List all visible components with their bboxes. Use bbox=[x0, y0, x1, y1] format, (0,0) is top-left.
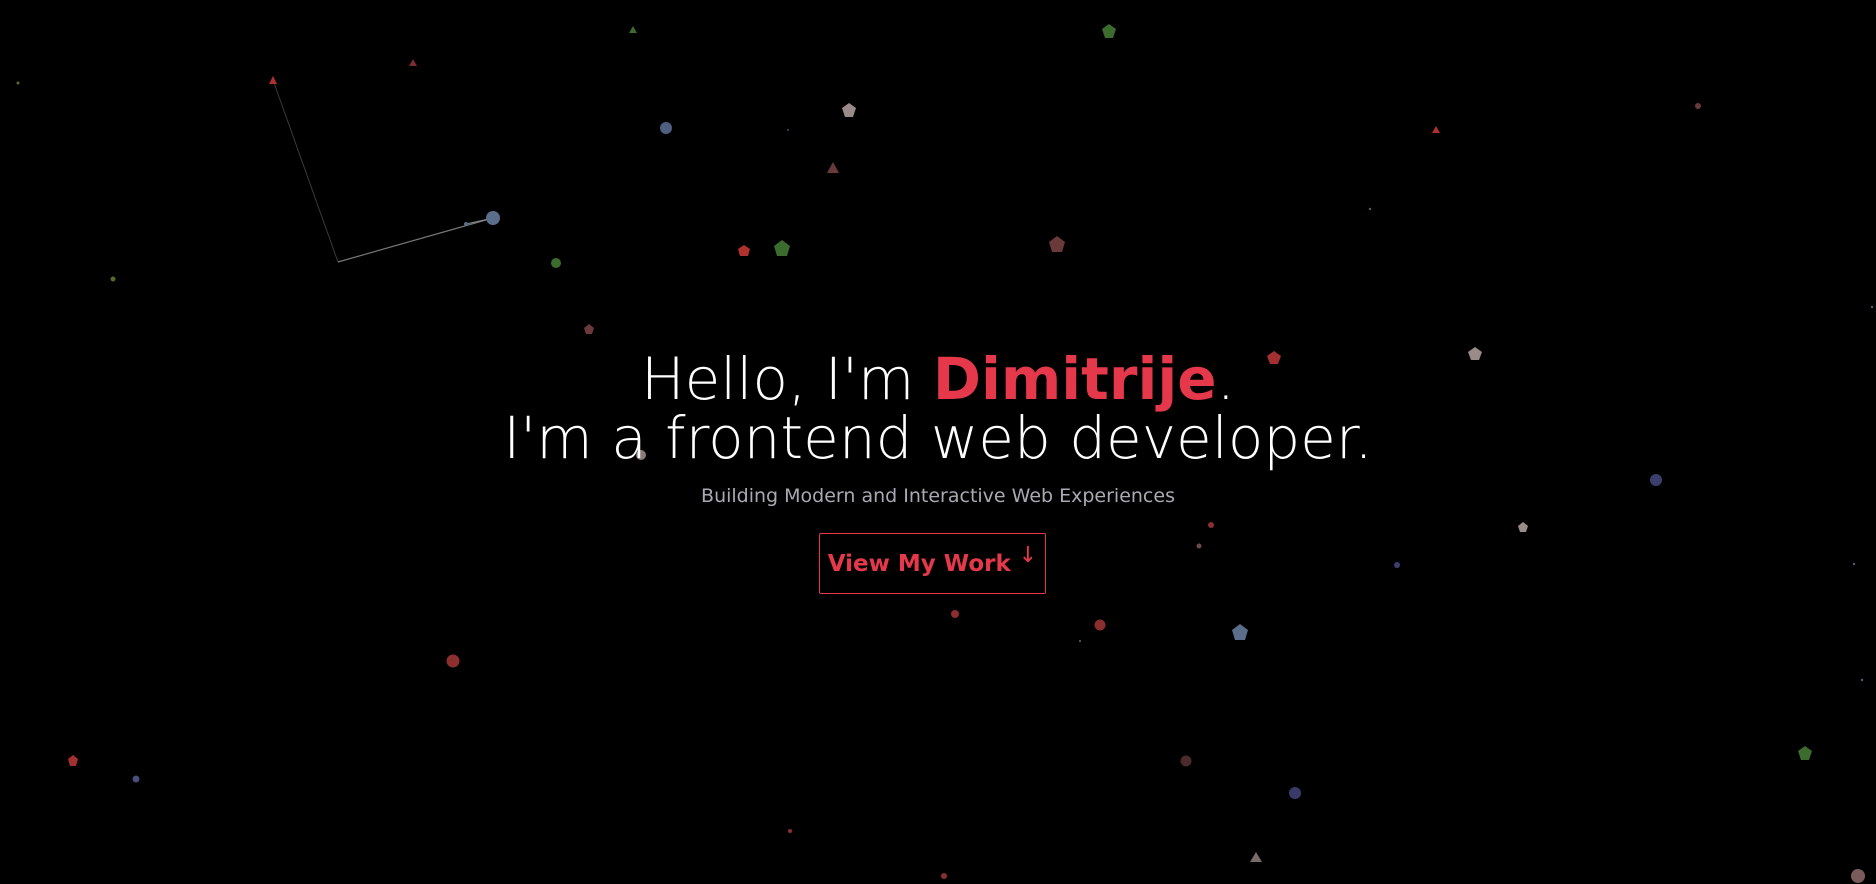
particle bbox=[486, 211, 500, 225]
particle bbox=[1208, 522, 1214, 528]
particle bbox=[1870, 305, 1874, 309]
particle bbox=[1695, 103, 1701, 109]
particle bbox=[132, 775, 140, 783]
particle-background bbox=[16, 24, 1874, 883]
particle bbox=[551, 258, 561, 268]
particle bbox=[827, 162, 839, 173]
particle bbox=[409, 59, 417, 66]
particle bbox=[1432, 126, 1440, 133]
particle bbox=[660, 122, 672, 134]
particle bbox=[1250, 852, 1262, 862]
particle bbox=[1102, 24, 1116, 38]
particle bbox=[1289, 787, 1301, 799]
particle bbox=[1394, 562, 1400, 568]
particle bbox=[68, 755, 78, 766]
particle bbox=[941, 873, 947, 879]
particle-link bbox=[272, 79, 339, 263]
particle bbox=[1368, 207, 1372, 211]
particle bbox=[269, 76, 277, 84]
particle bbox=[1860, 678, 1864, 682]
particle bbox=[738, 245, 750, 256]
particle bbox=[584, 324, 594, 334]
particle bbox=[1267, 351, 1281, 364]
particle bbox=[629, 26, 637, 33]
particle bbox=[1180, 755, 1192, 767]
particle bbox=[1798, 746, 1812, 760]
particle bbox=[788, 829, 792, 833]
particle bbox=[1232, 624, 1248, 640]
particle bbox=[1196, 543, 1202, 549]
particle bbox=[1468, 347, 1482, 360]
particle bbox=[1852, 562, 1856, 566]
particle bbox=[1851, 869, 1865, 883]
cta-label: View My Work bbox=[827, 550, 1011, 577]
particle bbox=[110, 276, 116, 282]
view-my-work-button[interactable]: View My Work ↓ bbox=[819, 533, 1046, 594]
particle bbox=[1518, 522, 1528, 532]
particle bbox=[446, 654, 460, 668]
particle bbox=[1094, 619, 1106, 631]
particle bbox=[1049, 236, 1065, 252]
particle bbox=[951, 610, 959, 618]
particle bbox=[787, 129, 789, 131]
particle bbox=[16, 81, 20, 85]
particle bbox=[774, 240, 790, 256]
particle bbox=[1650, 474, 1662, 486]
particle-link bbox=[337, 217, 494, 263]
particle bbox=[1079, 640, 1081, 642]
arrow-down-icon: ↓ bbox=[1018, 543, 1038, 568]
particle bbox=[464, 222, 468, 226]
particle bbox=[842, 103, 856, 117]
particle bbox=[636, 450, 646, 460]
